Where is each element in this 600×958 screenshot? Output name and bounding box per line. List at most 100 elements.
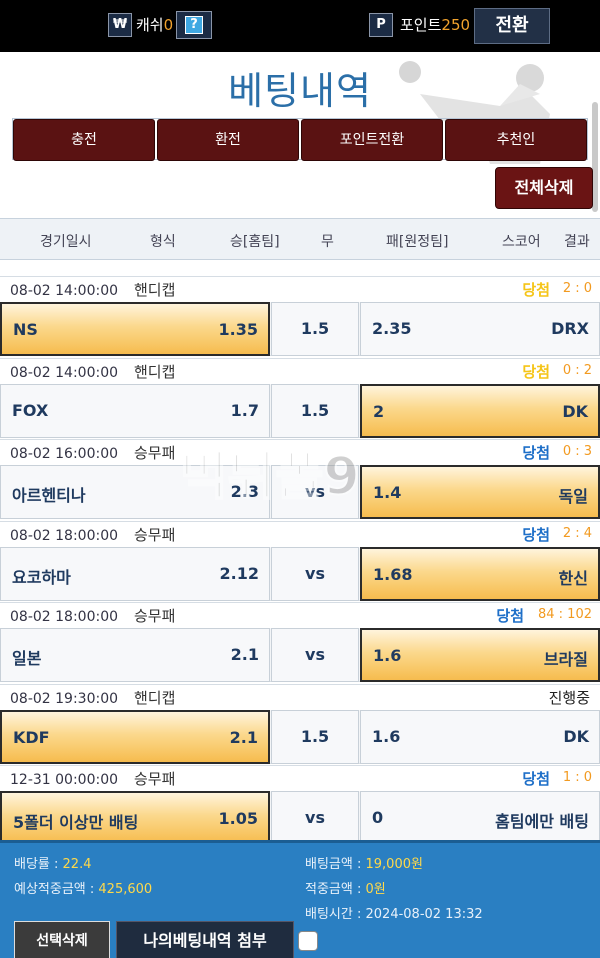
bet-date: 08-02 16:00:00 [10, 446, 119, 462]
cash-label: 캐쉬 [136, 16, 164, 34]
home-team: 5폴더 이상만 배팅 [13, 813, 139, 832]
away-team: DK [562, 401, 588, 421]
away-team: 독일 [558, 487, 588, 506]
away-team: DRX [551, 319, 589, 338]
home-odds-cell[interactable]: NS 1.35 [0, 302, 270, 356]
home-odds-cell[interactable]: KDF 2.1 [0, 709, 270, 764]
home-odds-cell[interactable]: 요코하마 2.12 [0, 546, 270, 601]
col-date: 경기일시 [40, 234, 92, 250]
bet-result: 당첨 [522, 281, 550, 299]
rate-label: 배당률 : [14, 857, 63, 872]
home-odd: 1.7 [230, 400, 259, 420]
bet-time-label: 배팅시간 : [305, 907, 366, 922]
home-team: FOX [12, 400, 49, 420]
home-odd: 2.1 [230, 645, 259, 664]
cash-display: 캐쉬0 [136, 14, 173, 35]
bet-type: 핸디캡 [134, 362, 176, 381]
away-team: DK [563, 726, 589, 746]
away-odds-cell[interactable]: 1.4 독일 [360, 465, 600, 519]
bet-date: 12-31 00:00:00 [10, 772, 119, 788]
bet-info-row: 08-02 18:00:00 승무패 당첨 2 : 4 [0, 520, 600, 547]
bet-date: 08-02 14:00:00 [10, 364, 119, 381]
home-odd: 2.1 [229, 727, 258, 747]
bet-odds-row: NS 1.35 1.5 2.35 DRX [0, 302, 600, 356]
bet-odds-row: 요코하마 2.12 vs 1.68 한신 [0, 546, 600, 601]
nav-point-convert-button[interactable]: 포인트전환 [301, 119, 443, 161]
away-odds-cell[interactable]: 2.35 DRX [360, 302, 600, 356]
draw-odds-cell[interactable]: vs [271, 546, 359, 601]
bet-score: 84 : 102 [538, 607, 592, 622]
bet-date: 08-02 19:30:00 [10, 690, 119, 707]
nav-referral-button[interactable]: 추천인 [445, 119, 587, 161]
home-odds-cell[interactable]: 아르헨티나 2.3 [0, 465, 270, 519]
draw-odd: 1.5 [300, 726, 330, 746]
col-result: 결과 [564, 234, 590, 250]
bet-type: 핸디캡 [134, 281, 176, 299]
away-odds-cell[interactable]: 0 홈팀에만 배팅 [360, 791, 600, 845]
draw-odds-cell[interactable]: vs [271, 628, 359, 682]
hit-amount-line: 적중금액 : 0원 [305, 878, 386, 897]
home-odd: 2.3 [230, 482, 259, 501]
away-team: 한신 [558, 568, 588, 588]
home-team: 요코하마 [12, 567, 71, 587]
rate-line: 배당률 : 22.4 [14, 853, 91, 872]
bet-amount-value: 19,000원 [365, 857, 423, 872]
bet-time-line: 배팅시간 : 2024-08-02 13:32 [305, 903, 483, 922]
away-odds-cell[interactable]: 1.6 DK [360, 709, 600, 764]
away-odd: 2.35 [372, 319, 412, 338]
away-odds-cell[interactable]: 2 DK [360, 383, 600, 438]
bet-date: 08-02 18:00:00 [10, 609, 119, 625]
home-odds-cell[interactable]: 5폴더 이상만 배팅 1.05 [0, 791, 270, 845]
away-odd: 1.68 [373, 564, 413, 584]
attach-bet-history-button[interactable]: 나의베팅내역 첨부 [116, 921, 294, 958]
point-display: 포인트250 [400, 14, 470, 35]
point-value: 250 [441, 16, 471, 34]
bet-info-row: 08-02 14:00:00 핸디캡 당첨 2 : 0 [0, 276, 600, 302]
col-away: 패[원정팀] [386, 234, 449, 250]
convert-button[interactable]: 전환 [474, 8, 550, 44]
draw-odds-cell[interactable]: vs [271, 791, 359, 845]
home-team: 일본 [12, 649, 42, 668]
draw-odds-cell[interactable]: vs [271, 465, 359, 519]
away-team: 브라질 [543, 650, 588, 669]
nav-exchange-button[interactable]: 환전 [157, 119, 299, 161]
away-odds-cell[interactable]: 1.68 한신 [360, 546, 600, 601]
col-score: 스코어 [502, 234, 541, 250]
away-odd: 2 [373, 401, 385, 421]
bet-result: 당첨 [496, 607, 524, 625]
bet-time-value: 2024-08-02 13:32 [365, 907, 483, 922]
bet-type: 승무패 [134, 607, 176, 625]
away-odd: 0 [372, 808, 384, 827]
select-checkbox[interactable] [298, 931, 318, 951]
home-odds-cell[interactable]: FOX 1.7 [0, 383, 270, 438]
delete-all-button[interactable]: 전체삭제 [495, 167, 593, 209]
top-bar: ₩ 캐쉬0 ? P 포인트250 전환 [0, 0, 600, 52]
home-odds-cell[interactable]: 일본 2.1 [0, 628, 270, 682]
draw-odd: vs [305, 808, 325, 827]
help-button[interactable]: ? [176, 11, 212, 39]
draw-odds-cell[interactable]: 1.5 [271, 709, 359, 764]
home-team: 아르헨티나 [12, 486, 86, 505]
away-odds-cell[interactable]: 1.6 브라질 [360, 628, 600, 682]
draw-odds-cell[interactable]: 1.5 [271, 302, 359, 356]
bet-odds-row: 일본 2.1 vs 1.6 브라질 [0, 628, 600, 682]
cash-value: 0 [163, 16, 174, 34]
expected-line: 예상적중금액 : 425,600 [14, 878, 152, 897]
bet-summary: 배당률 : 22.4 예상적중금액 : 425,600 배팅금액 : 19,00… [0, 840, 600, 958]
point-icon: P [369, 13, 393, 37]
bet-info-row: 08-02 14:00:00 핸디캡 당첨 0 : 2 [0, 357, 600, 384]
bet-score: 0 : 3 [562, 444, 592, 459]
nav-charge-button[interactable]: 충전 [13, 119, 155, 161]
bet-odds-row: 5폴더 이상만 배팅 1.05 vs 0 홈팀에만 배팅 [0, 791, 600, 845]
select-delete-button[interactable]: 선택삭제 [14, 921, 110, 958]
bet-result: 진행중 [548, 688, 590, 707]
bet-type: 승무패 [134, 770, 176, 788]
col-draw: 무 [321, 234, 334, 250]
hit-amount-value: 0원 [365, 882, 386, 897]
draw-odd: vs [305, 482, 325, 501]
point-label: 포인트 [400, 16, 442, 34]
draw-odds-cell[interactable]: 1.5 [271, 383, 359, 438]
expected-value: 425,600 [98, 882, 153, 897]
home-team: NS [13, 320, 38, 339]
bet-type: 승무패 [134, 525, 176, 544]
